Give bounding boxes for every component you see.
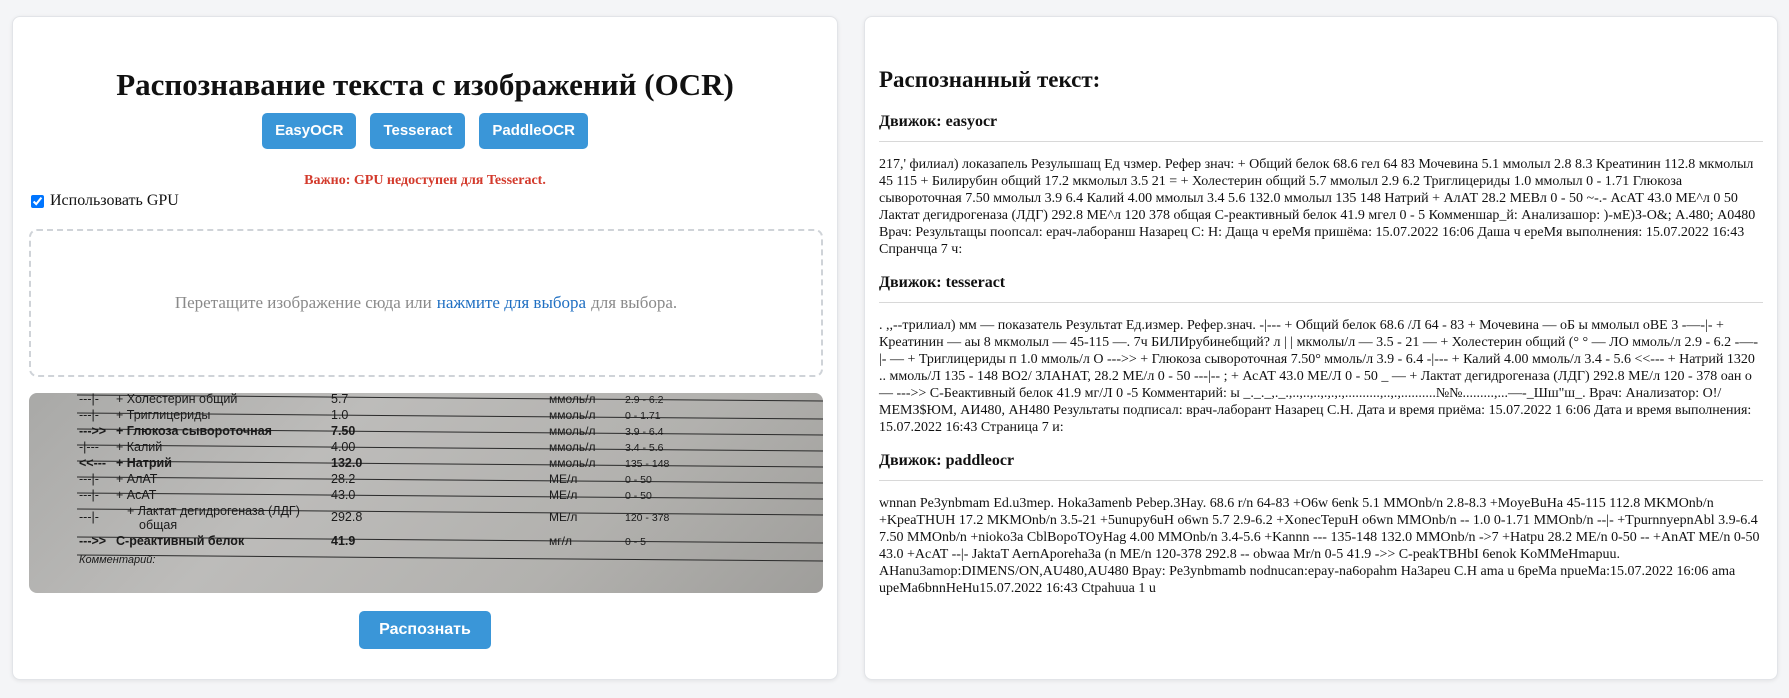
report-mark: --->>: [79, 534, 106, 548]
report-mark: ---|-: [79, 510, 99, 524]
report-mark: ---|-: [79, 393, 99, 406]
report-test-name: + АлАТ: [116, 472, 158, 486]
report-rule-line: [76, 492, 823, 500]
report-rule-line: [76, 554, 823, 562]
gpu-label: Использовать GPU: [50, 192, 179, 209]
report-rule-line: [76, 444, 823, 452]
report-test-name: + Триглицериды: [116, 408, 210, 422]
paddleocr-result: Движок: paddleocr wnnan Pe3ynbmam Ed.u3m…: [879, 452, 1763, 597]
report-unit: МЕ/л: [549, 510, 577, 524]
ocr-upload-panel: Распознавание текста с изображений (OCR)…: [12, 16, 838, 680]
report-test-name: + Холестерин общий: [116, 393, 237, 406]
gpu-warning: Важно: GPU недоступен для Tesseract.: [304, 173, 546, 188]
report-test-name: + Калий: [116, 440, 162, 454]
report-mark: -|---: [79, 440, 99, 454]
paddleocr-button[interactable]: PaddleOCR: [479, 113, 588, 149]
report-unit: ммоль/л: [549, 456, 596, 470]
recognized-text: wnnan Pe3ynbmam Ed.u3mep. Hoka3amenb Peb…: [879, 496, 1760, 596]
report-mark: ---|-: [79, 488, 99, 502]
report-reference: 3.4 - 5.6: [625, 442, 664, 454]
report-value: 41.9: [331, 534, 355, 548]
engine-button-group: EasyOCR Tesseract PaddleOCR: [13, 113, 837, 149]
report-reference: 135 - 148: [625, 458, 670, 470]
report-reference: 3.9 - 6.4: [625, 426, 664, 438]
recognized-text: 217,' филиал) локазапель Резулышащ Ед чз…: [879, 157, 1756, 257]
easyocr-button[interactable]: EasyOCR: [262, 113, 357, 149]
image-dropzone[interactable]: Перетащите изображение сюда или нажмите …: [29, 229, 823, 377]
report-reference: 2.9 - 6.2: [625, 394, 664, 406]
report-mark: ---|-: [79, 472, 99, 486]
results-panel: Распознанный текст: Движок: easyocr 217,…: [864, 16, 1778, 680]
dropzone-text-end: для выбора.: [591, 293, 678, 312]
lab-report-photo: ---|- + Холестерин общий 5.7 ммоль/л 2.9 - 6…: [76, 393, 823, 566]
report-mark: ---|-: [79, 408, 99, 422]
dropzone-text: Перетащите изображение сюда или: [174, 293, 432, 312]
report-unit: МЕ/л: [549, 472, 577, 486]
report-comment: Комментарий:: [79, 554, 155, 566]
report-reference: 0 - 1.71: [625, 410, 661, 422]
report-value: 43.0: [331, 488, 355, 502]
report-reference: 0 - 5: [625, 536, 646, 548]
report-value: 292.8: [331, 510, 362, 524]
report-unit: ммоль/л: [549, 424, 596, 438]
engine-heading: Движок: paddleocr: [879, 452, 1763, 481]
report-unit: ммоль/л: [549, 393, 596, 406]
report-reference: 0 - 50: [625, 474, 652, 486]
report-value: 1.0: [331, 408, 348, 422]
report-unit: МЕ/л: [549, 488, 577, 502]
report-rule-line: [76, 476, 823, 484]
report-value: 5.7: [331, 393, 348, 406]
tesseract-result: Движок: tesseract . ,,--трилиал) мм — по…: [879, 274, 1763, 436]
report-test-name: С-реактивный белок: [116, 534, 245, 548]
engine-heading: Движок: tesseract: [879, 274, 1763, 303]
uploaded-image-preview: ---|- + Холестерин общий 5.7 ммоль/л 2.9 - 6…: [29, 393, 823, 593]
select-file-link[interactable]: нажмите для выбора: [437, 293, 586, 313]
report-value: 7.50: [331, 424, 355, 438]
gpu-checkbox[interactable]: [31, 194, 44, 208]
report-unit: мг/л: [549, 534, 572, 548]
report-unit: ммоль/л: [549, 408, 596, 422]
report-mark: <<---: [79, 456, 106, 470]
report-test-name: + АсАТ: [116, 488, 157, 502]
report-value: 28.2: [331, 472, 355, 486]
report-reference: 120 - 378: [625, 512, 670, 524]
report-test-name: + Глюкоза сывороточная: [116, 424, 272, 438]
report-test-name: + Натрий: [116, 456, 172, 470]
recognize-button[interactable]: Распознать: [359, 611, 491, 649]
report-unit: ммоль/л: [549, 440, 596, 454]
easyocr-result: Движок: easyocr 217,' филиал) локазапель…: [879, 113, 1763, 258]
tesseract-button[interactable]: Tesseract: [370, 113, 466, 149]
report-test-name: + Лактат дегидрогеназа (ЛДГ): [127, 504, 300, 518]
engine-heading: Движок: easyocr: [879, 113, 1763, 142]
page-title: Распознавание текста с изображений (OCR): [116, 67, 734, 102]
report-reference: 0 - 50: [625, 490, 652, 502]
gpu-option[interactable]: Использовать GPU: [31, 192, 179, 210]
recognized-text: . ,,--трилиал) мм — показатель Результат…: [879, 318, 1758, 435]
report-value: 4.00: [331, 440, 355, 454]
results-title: Распознанный текст:: [879, 67, 1101, 92]
report-rule-line: [76, 460, 823, 468]
report-value: 132.0: [331, 456, 362, 470]
report-mark: --->>: [79, 424, 106, 438]
report-test-name: общая: [139, 518, 177, 532]
